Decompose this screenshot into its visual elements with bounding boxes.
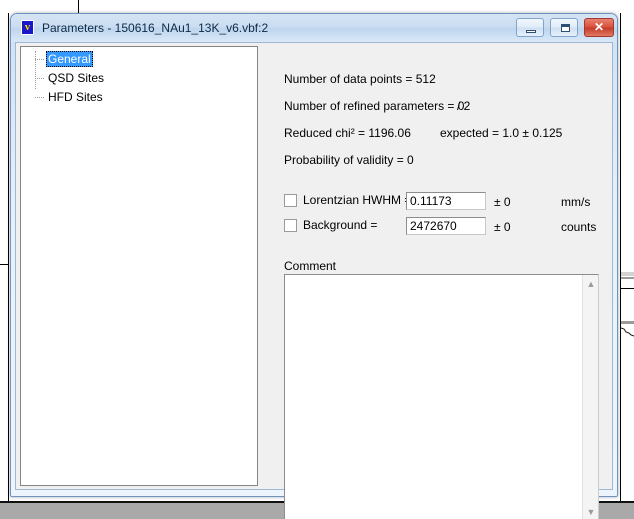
background-window-edge-left [8, 13, 9, 501]
tree-item-qsd-sites[interactable]: QSD Sites [46, 70, 106, 86]
title-bar[interactable]: v Parameters - 150616_NAu1_13K_v6.vbf:2 … [11, 14, 617, 42]
input-background[interactable]: 2472670 [406, 217, 486, 235]
info-data-points: Number of data points = 512 [284, 72, 436, 86]
error-background: ± 0 [494, 220, 511, 234]
comment-textarea[interactable]: ▲ ▼ [284, 274, 599, 519]
close-button[interactable]: ✕ [584, 18, 614, 37]
checkbox-background[interactable] [284, 219, 297, 232]
vbf-app-icon: v [20, 20, 36, 36]
maximize-button[interactable] [550, 18, 578, 37]
label-lorentzian-hwhm: Lorentzian HWHM = [303, 193, 412, 207]
tree-item-hfd-sites[interactable]: HFD Sites [46, 89, 105, 105]
background-plot-curve [621, 327, 634, 337]
info-reduced-chi-squared: Reduced chi² = 1196.06 [284, 126, 411, 140]
tree-connector-hfd [35, 97, 44, 99]
background-plot-line-upper [621, 277, 634, 279]
tree-connector-line [35, 51, 37, 89]
screen: v Parameters - 150616_NAu1_13K_v6.vbf:2 … [0, 0, 634, 519]
info-refined-parameters: Number of refined parameters = 0 [284, 99, 465, 113]
minimize-button[interactable] [516, 18, 544, 37]
scroll-up-icon[interactable]: ▲ [583, 276, 599, 293]
background-window-edge-top [78, 0, 79, 13]
window-title: Parameters - 150616_NAu1_13K_v6.vbf:2 [42, 21, 269, 35]
error-lorentzian-hwhm: ± 0 [494, 195, 511, 209]
parameters-dialog: v Parameters - 150616_NAu1_13K_v6.vbf:2 … [10, 13, 618, 519]
dialog-client-area: General QSD Sites HFD Sites Number of da… [15, 42, 613, 519]
background-separator-left [0, 264, 9, 265]
section-tree[interactable]: General QSD Sites HFD Sites [20, 46, 258, 486]
label-comment: Comment [284, 259, 337, 273]
close-icon: ✕ [593, 20, 605, 34]
background-plot-band-upper [621, 272, 634, 276]
maximize-icon [561, 24, 570, 32]
info-refined-parameters-total: / 2 [457, 99, 471, 113]
checkbox-lorentzian-hwhm[interactable] [284, 194, 297, 207]
comment-text[interactable] [288, 277, 580, 519]
comment-scrollbar[interactable]: ▲ ▼ [582, 275, 598, 519]
label-background: Background = [303, 218, 378, 232]
background-plot-axis [621, 288, 634, 289]
minimize-icon [526, 30, 536, 33]
background-window-edge-right [620, 13, 621, 501]
scroll-down-icon[interactable]: ▼ [583, 504, 599, 519]
input-lorentzian-hwhm[interactable]: 0.11173 [406, 192, 486, 210]
unit-background: counts [561, 220, 597, 234]
info-expected-chi-squared: expected = 1.0 ± 0.125 [440, 126, 563, 140]
general-panel: Number of data points = 512 Number of re… [262, 46, 608, 519]
info-probability-of-validity: Probability of validity = 0 [284, 153, 414, 167]
tree-connector-general [35, 59, 44, 61]
unit-lorentzian-hwhm: mm/s [561, 195, 591, 209]
tree-item-general[interactable]: General [46, 51, 93, 67]
tree-connector-qsd [35, 78, 44, 80]
background-plot-band-lower [621, 321, 634, 324]
